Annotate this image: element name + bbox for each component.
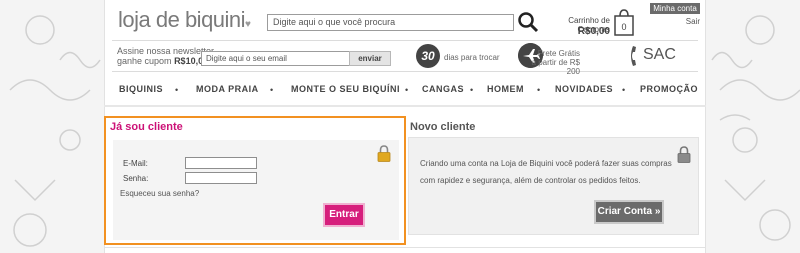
nav-item-promocao[interactable]: PROMOÇÃO <box>640 84 698 94</box>
login-submit-button[interactable]: Entrar <box>323 203 365 227</box>
cart-count: 0 <box>621 22 626 32</box>
nav-item-novidades[interactable]: NOVIDADES <box>555 84 613 94</box>
days-to-exchange-text: dias para trocar <box>444 53 500 62</box>
site-logo[interactable]: loja de biquini♥ <box>118 7 251 33</box>
heart-icon: ♥ <box>245 19 251 30</box>
forgot-password-link[interactable]: Esqueceu sua senha? <box>120 189 199 198</box>
newsletter-send-button[interactable]: enviar <box>349 51 391 66</box>
shopping-bag-icon[interactable]: 0 <box>614 9 634 36</box>
cart-value: R$0,00 <box>577 26 610 37</box>
nav-divider <box>104 105 706 107</box>
nav-item-biquinis[interactable]: BIQUINIS <box>119 84 163 94</box>
nav-separator: • <box>622 85 626 95</box>
bottom-divider <box>104 247 706 248</box>
new-client-description-line2: com rapidez e segurança, além de control… <box>420 176 641 185</box>
email-field[interactable] <box>185 157 257 169</box>
new-client-title: Novo cliente <box>410 121 476 133</box>
login-title: Já sou cliente <box>110 121 183 133</box>
logout-link[interactable]: Sair <box>668 17 700 26</box>
nav-separator: • <box>270 85 274 95</box>
free-shipping-threshold: a partir de R$ 200 <box>531 58 580 76</box>
lock-icon <box>377 145 391 162</box>
newsletter-text: Assine nossa newsletter <box>117 46 215 56</box>
nav-separator: • <box>175 85 179 95</box>
newsletter-email-input[interactable]: Digite aqui o seu email <box>201 51 354 66</box>
search-input[interactable]: Digite aqui o que você procura <box>267 14 514 31</box>
nav-separator: • <box>405 85 409 95</box>
new-client-description-line1: Criando uma conta na Loja de Biquini voc… <box>420 159 672 168</box>
nav-separator: • <box>470 85 474 95</box>
search-icon[interactable] <box>517 11 539 33</box>
sac-link[interactable]: SAC <box>643 46 676 64</box>
logo-text: loja de biquini <box>118 7 246 32</box>
email-label: E-Mail: <box>123 159 148 168</box>
lock-icon <box>677 146 691 163</box>
password-field[interactable] <box>185 172 257 184</box>
password-label: Senha: <box>123 174 149 183</box>
phone-icon <box>631 46 636 66</box>
free-shipping-title: Frete Grátis <box>537 49 580 58</box>
thirty-days-badge: 30 <box>416 44 440 68</box>
nav-item-homem[interactable]: HOMEM <box>487 84 524 94</box>
nav-item-moda-praia[interactable]: MODA PRAIA <box>196 84 259 94</box>
nav-item-monte-seu-biquini[interactable]: MONTE O SEU BIQUÍNI <box>291 84 400 94</box>
nav-item-cangas[interactable]: CANGAS <box>422 84 464 94</box>
nav-separator: • <box>537 85 541 95</box>
create-account-button[interactable]: Criar Conta » <box>594 200 664 224</box>
my-account-tab[interactable]: Minha conta <box>650 3 700 14</box>
newsletter-coupon: ganhe cupom R$10,00 <box>117 56 209 66</box>
